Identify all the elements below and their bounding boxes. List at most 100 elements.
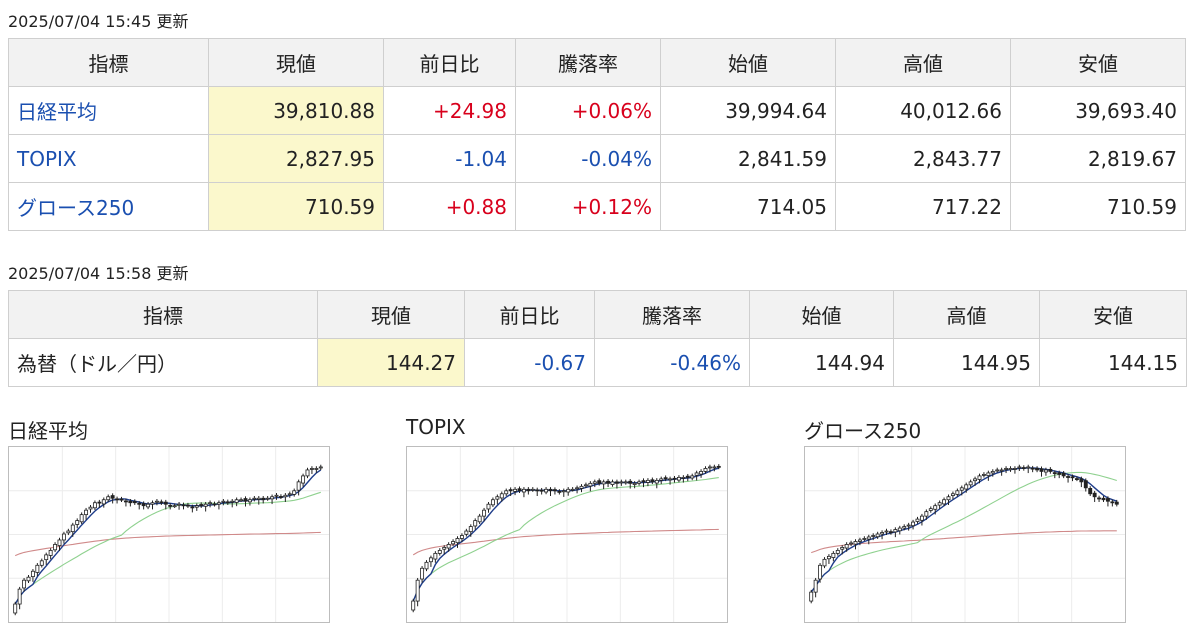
candle-body [203,503,208,507]
candle-body [243,498,248,502]
candle-body [703,468,708,472]
open-value: 2,841.59 [660,134,836,183]
candle-body [826,555,831,560]
candle-body [57,539,62,547]
chart-growth250[interactable] [804,446,1126,623]
ma-short-line [14,469,322,605]
header-rate: 騰落率 [594,290,750,339]
rate-value: -0.04% [515,134,661,183]
index-quote-table: 指標 現値 前日比 騰落率 始値 高値 安値 日経平均 39,810.88 +2… [8,38,1186,231]
candle-body [88,506,93,510]
fx-name: 為替（ドル／円） [8,338,318,387]
header-indicator: 指標 [8,38,209,87]
header-change: 前日比 [464,290,595,339]
candlestick-chart-growth250 [805,447,1125,622]
candle-body [990,471,995,474]
chart-topix[interactable] [406,446,728,623]
candle-body [287,493,292,496]
candle-body [274,494,279,497]
candle-body [884,530,889,533]
candle-body [933,505,938,510]
candle-body [495,496,500,500]
low-value: 710.59 [1010,182,1186,231]
candle-body [1043,469,1048,473]
candle-body [292,490,297,495]
index-link-topix[interactable]: TOPIX [17,147,77,171]
candle-body [433,552,438,560]
candle-body [1097,497,1102,500]
candle-body [1092,492,1097,498]
rate-value: +0.06% [515,86,661,135]
candle-body [79,514,84,523]
candle-body [893,529,898,533]
rate-value: +0.12% [515,182,661,231]
candle-body [132,501,137,504]
candle-body [707,466,712,469]
candle-body [650,479,655,483]
candle-body [141,503,146,507]
candle-body [628,480,633,484]
candle-body [17,588,22,605]
current-value: 144.27 [317,338,465,387]
candle-body [915,518,920,522]
candle-body [1026,466,1031,469]
candle-body [318,466,323,469]
candle-body [950,493,955,496]
candle-body [822,558,827,567]
open-value: 714.05 [660,182,836,231]
candle-body [681,476,686,479]
candle-body [610,481,615,485]
candle-body [13,603,18,614]
candle-body [44,554,49,561]
candle-body [75,520,80,525]
candle-body [446,544,451,549]
candle-body [668,478,673,481]
candle-body [964,484,969,490]
candle-body [919,515,924,521]
chart-nikkei[interactable] [8,446,330,623]
candle-body [110,495,115,499]
candle-body [296,481,301,491]
candle-body [614,481,619,484]
candle-body [857,539,862,542]
header-current: 現値 [317,290,465,339]
header-current: 現値 [208,38,384,87]
candle-body [1021,467,1026,469]
candle-body [906,524,911,527]
candle-body [840,547,845,550]
table-row: TOPIX 2,827.95 -1.04 -0.04% 2,841.59 2,8… [8,134,1186,183]
fx-update-timestamp: 2025/07/04 15:58 更新 [8,264,189,283]
candle-body [654,479,659,484]
low-value: 144.15 [1039,338,1187,387]
candle-body [1004,468,1009,470]
rate-value: -0.46% [594,338,750,387]
candle-body [583,484,588,487]
candle-body [22,579,27,589]
candle-body [137,502,142,505]
candle-body [1088,488,1093,495]
candle-body [101,499,106,505]
candle-body [1105,498,1110,502]
change-value: +0.88 [383,182,516,231]
candle-body [128,500,133,504]
candle-body [163,501,168,505]
candle-body [247,499,252,503]
candle-body [252,497,257,500]
candle-body [831,552,836,558]
current-value: 39,810.88 [208,86,384,135]
candle-body [150,502,155,505]
candle-body [455,538,460,544]
candle-body [208,502,213,505]
candle-body [897,527,902,532]
candle-body [1012,468,1017,470]
candle-body [437,550,442,554]
index-link-growth250[interactable]: グロース250 [17,196,134,220]
candle-body [420,567,425,580]
candle-body [526,488,531,492]
low-value: 39,693.40 [1010,86,1186,135]
candle-body [473,520,478,527]
chart-title-growth250: グロース250 [804,419,922,443]
index-link-nikkei[interactable]: 日経平均 [17,100,97,124]
candle-body [995,469,1000,472]
candle-body [641,480,646,483]
